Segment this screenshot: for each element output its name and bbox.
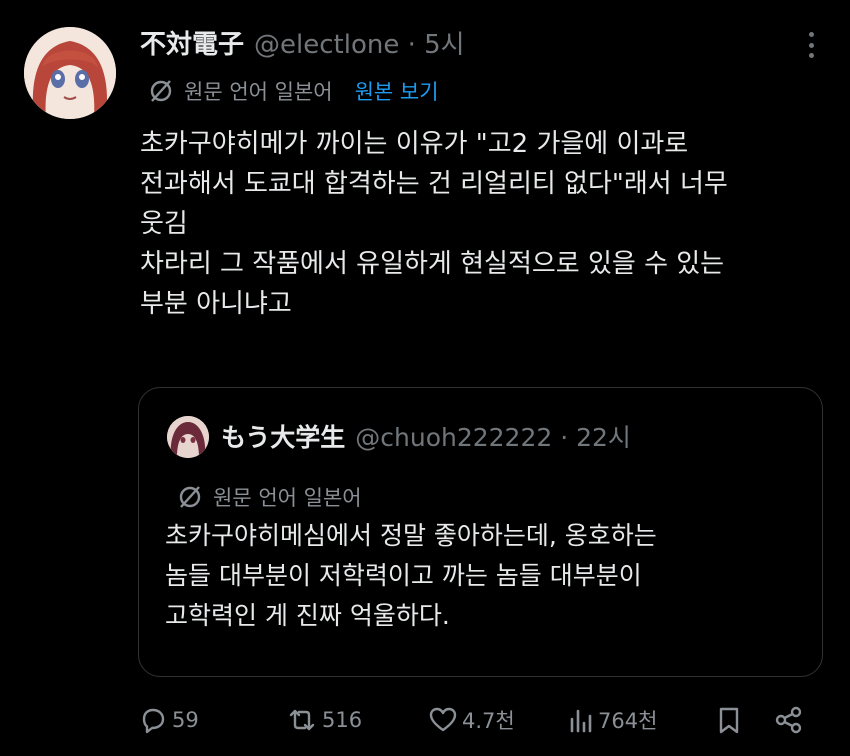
like-icon xyxy=(429,707,457,732)
more-icon[interactable] xyxy=(806,32,816,58)
quote-translation-row: 원문 언어 일본어 xyxy=(177,482,362,512)
action-bar: 59 516 4.7천 764천 xyxy=(138,700,818,740)
translate-icon xyxy=(179,486,201,508)
quoted-tweet[interactable]: もう大学生 @chuoh222222 · 22시 원문 언어 일본어 초카구야히… xyxy=(138,387,823,677)
quote-author-avatar[interactable] xyxy=(167,416,209,458)
quote-line: 초카구야히메심에서 정말 좋아하는데, 옹호하는 xyxy=(165,521,657,550)
bookmark-icon xyxy=(719,707,739,734)
author-name[interactable]: 不対電子 xyxy=(140,24,244,61)
bookmark-button[interactable] xyxy=(716,700,742,740)
quote-line: 놈들 대부분이 저학력이고 까는 놈들 대부분이 xyxy=(165,561,642,590)
tweet-line: 초카구야히메가 까이는 이유가 "고2 가을에 이과로 xyxy=(140,129,689,159)
tweet-body: 초카구야히메가 까이는 이유가 "고2 가을에 이과로 전과해서 도쿄대 합격하… xyxy=(140,124,830,324)
reply-icon xyxy=(142,708,165,734)
views-icon xyxy=(570,709,592,733)
quote-body: 초카구야히메심에서 정말 좋아하는데, 옹호하는 놈들 대부분이 저학력이고 까… xyxy=(165,516,805,636)
repost-button[interactable]: 516 xyxy=(286,700,362,740)
repost-icon xyxy=(289,709,315,731)
quote-header: もう大学生 @chuoh222222 · 22시 xyxy=(221,418,631,454)
reply-button[interactable]: 59 xyxy=(138,700,199,740)
view-original-link[interactable]: 원본 보기 xyxy=(355,76,439,106)
tweet-header: 不対電子 @electlone · 5시 xyxy=(140,24,465,61)
like-count: 4.7천 xyxy=(462,709,515,733)
translation-row: 원문 언어 일본어 원본 보기 xyxy=(148,76,439,106)
quote-translation-label: 원문 언어 일본어 xyxy=(213,486,362,510)
author-handle[interactable]: @electlone · 5시 xyxy=(254,24,465,61)
quote-author-name[interactable]: もう大学生 xyxy=(221,418,345,454)
translation-label: 원문 언어 일본어 xyxy=(184,80,333,104)
reply-count: 59 xyxy=(172,708,199,732)
views-count: 764천 xyxy=(598,709,658,733)
quote-author-handle[interactable]: @chuoh222222 · 22시 xyxy=(355,418,631,454)
translate-icon xyxy=(150,80,172,102)
repost-count: 516 xyxy=(322,708,363,732)
tweet-line: 차라리 그 작품에서 유일하게 현실적으로 있을 수 있는 xyxy=(140,249,725,279)
views-button[interactable]: 764천 xyxy=(568,700,657,740)
share-icon xyxy=(775,706,802,734)
share-button[interactable] xyxy=(774,700,804,740)
author-avatar[interactable] xyxy=(24,27,116,119)
quote-line: 고학력인 게 진짜 억울하다. xyxy=(165,601,450,630)
tweet-line: 부분 아니냐고 xyxy=(140,289,292,319)
like-button[interactable]: 4.7천 xyxy=(428,700,515,740)
tweet-line: 전과해서 도쿄대 합격하는 건 리얼리티 없다"래서 너무 xyxy=(140,169,728,199)
tweet-line: 웃김 xyxy=(140,209,188,239)
